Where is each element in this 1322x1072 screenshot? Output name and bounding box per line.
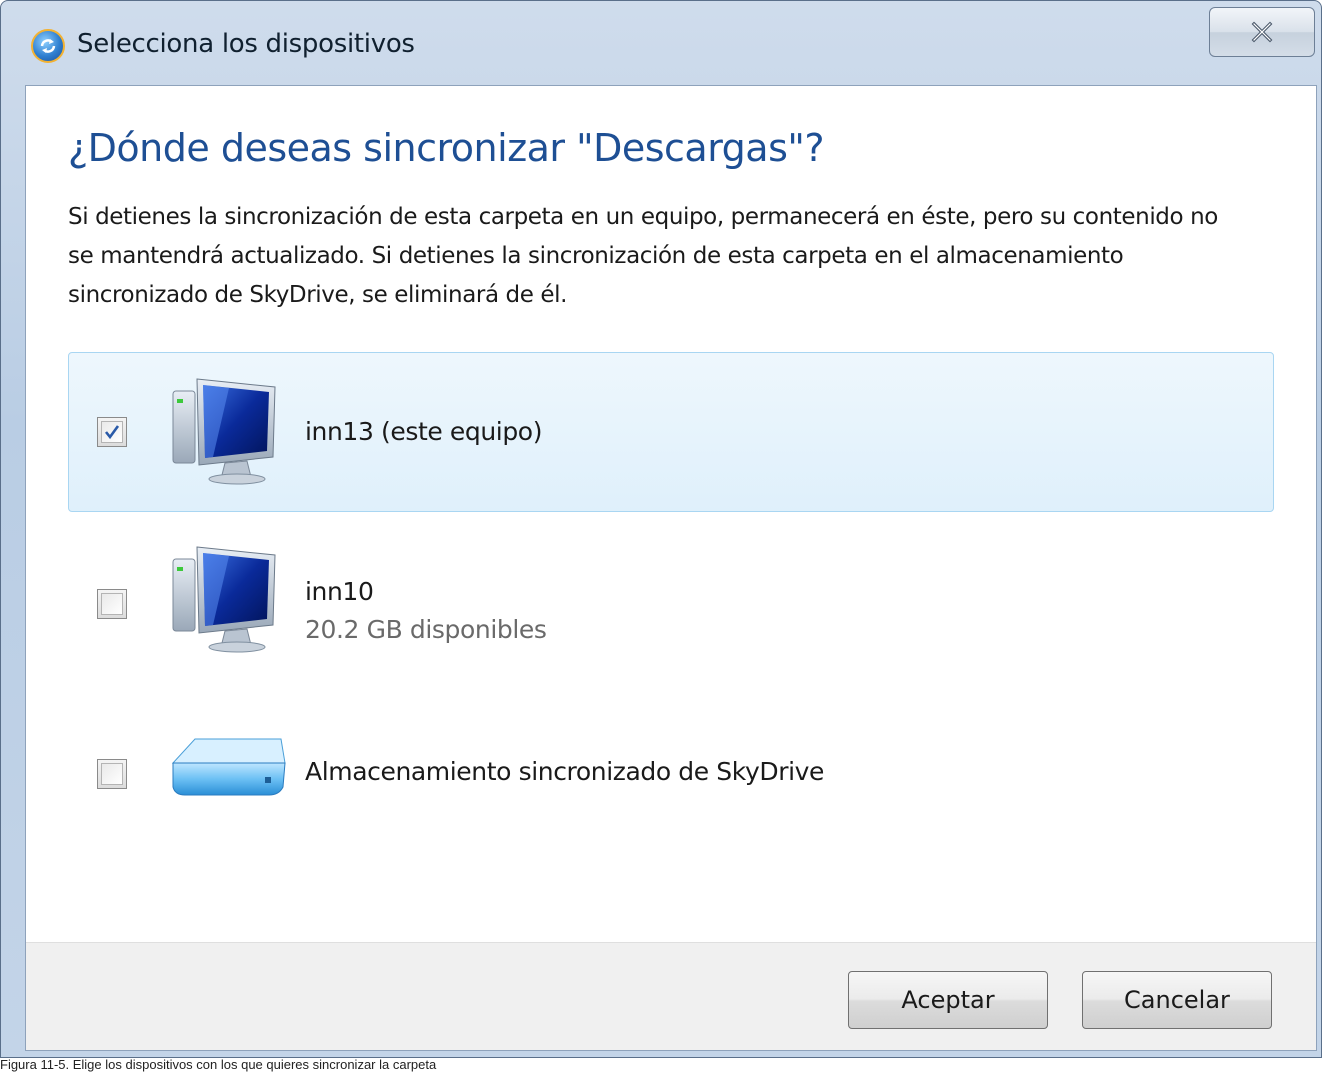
live-sync-app-icon	[31, 29, 65, 63]
close-button[interactable]	[1209, 7, 1315, 57]
device-checkbox-skydrive[interactable]	[97, 759, 127, 789]
device-checkbox-inn10[interactable]	[97, 589, 127, 619]
checkmark-icon	[104, 425, 120, 440]
close-icon	[1251, 21, 1273, 43]
dialog-content: ¿Dónde deseas sincronizar "Descargas"? S…	[25, 85, 1317, 1051]
computer-monitor-icon	[169, 373, 281, 489]
device-free-space: 20.2 GB disponibles	[305, 615, 547, 644]
computer-monitor-icon	[169, 541, 281, 657]
cloud-drive-icon	[169, 729, 289, 813]
device-name: inn13 (este equipo)	[305, 417, 543, 446]
cancel-button[interactable]: Cancelar	[1082, 971, 1272, 1029]
device-row-inn13[interactable]: inn13 (este equipo)	[68, 352, 1274, 512]
dialog-window: Selecciona los dispositivos ¿Dónde desea…	[0, 0, 1322, 1058]
device-name: inn10	[305, 577, 374, 606]
device-row-inn10[interactable]: inn10 20.2 GB disponibles	[68, 520, 1274, 680]
window-title: Selecciona los dispositivos	[77, 29, 415, 59]
device-name: Almacenamiento sincronizado de SkyDrive	[305, 757, 825, 786]
device-row-skydrive[interactable]: Almacenamiento sincronizado de SkyDrive	[68, 692, 1274, 852]
accept-button[interactable]: Aceptar	[848, 971, 1048, 1029]
title-bar[interactable]: Selecciona los dispositivos	[1, 1, 1321, 85]
figure-caption: Figura 11-5. Elige los dispositivos con …	[0, 1058, 437, 1072]
description-text: Si detienes la sincronización de esta ca…	[68, 204, 1218, 308]
dialog-footer: Aceptar Cancelar	[26, 942, 1316, 1050]
device-checkbox-inn13[interactable]	[97, 417, 127, 447]
page-title: ¿Dónde deseas sincronizar "Descargas"?	[68, 126, 825, 170]
